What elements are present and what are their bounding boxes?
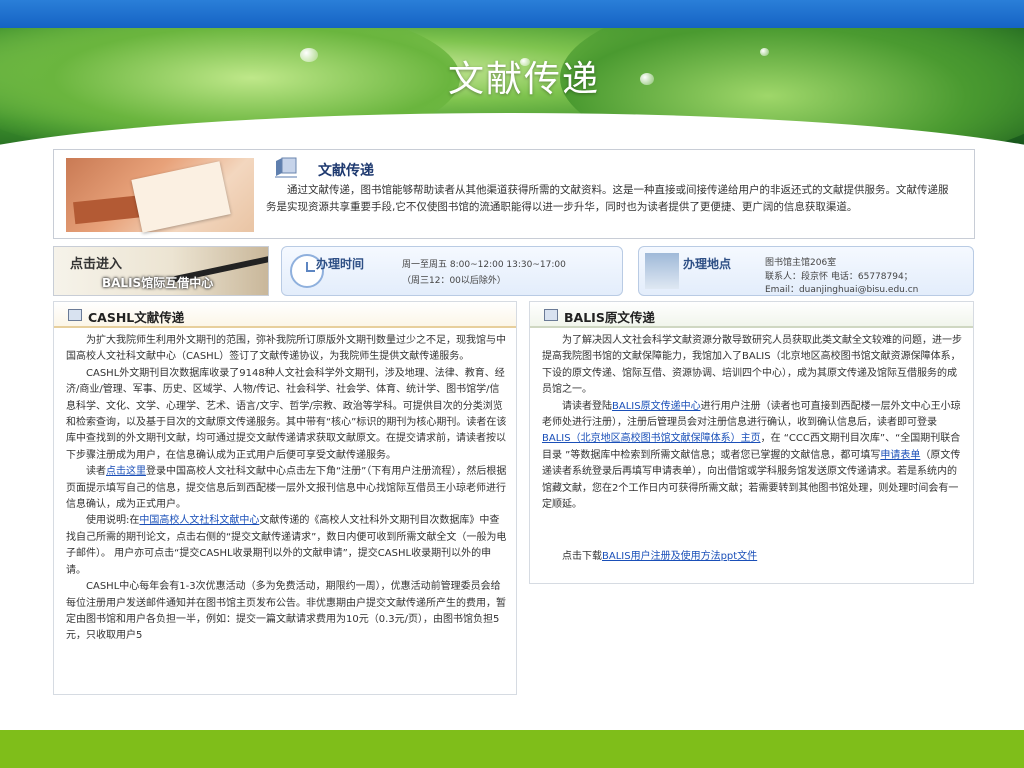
intro-text: 通过文献传递，图书馆能够帮助读者从其他渠道获得所需的文献资料。这是一种直接或间接…: [266, 184, 949, 213]
cashl-title: CASHL文献传递: [88, 310, 185, 325]
service-location-box: 办理地点 图书馆主馆206室 联系人：段京怀 电话：65778794； Emai…: [638, 246, 974, 296]
balis-center-label: BALIS馆际互借中心: [102, 276, 214, 290]
balis-homepage-link[interactable]: BALIS（北京地区高校图书馆文献保障体系）主页: [542, 433, 761, 444]
balis-title: BALIS原文传递: [564, 310, 655, 325]
location-line-1: 图书馆主馆206室: [765, 258, 837, 268]
paper-shape: [131, 161, 231, 233]
water-drop: [300, 48, 318, 62]
balis-ill-entry-button[interactable]: 点击进入 BALIS馆际互借中心: [53, 246, 269, 296]
balis-delivery-center-link[interactable]: BALIS原文传递中心: [612, 401, 701, 412]
cashl-panel: CASHL文献传递 为扩大我院师生利用外文期刊的范围，弥补我院所订原版外文期刊数…: [53, 301, 517, 695]
water-drop: [760, 48, 769, 56]
cashl-register-link[interactable]: 点击这里: [106, 466, 146, 477]
books-image: [66, 158, 254, 233]
cashl-paragraph: CASHL中心每年会有1-3次优惠活动（多为免费活动，期限约一周），优惠活动前管…: [66, 581, 506, 642]
hours-line-1: 周一至周五 8:00~12:00 13:30~17:00: [402, 260, 566, 270]
cashl-paragraph: CASHL外文期刊目次数据库收录了9148种人文社会科学外文期刊，涉及地理、法律…: [66, 367, 507, 461]
balis-body: 为了解决因人文社会科学文献资源分散导致研究人员获取此类文献全文较难的问题，进一步…: [530, 328, 973, 566]
balis-panel: BALIS原文传递 为了解决因人文社会科学文献资源分散导致研究人员获取此类文献全…: [529, 301, 974, 584]
section-icon: [68, 309, 82, 321]
cashl-panel-header: CASHL文献传递: [54, 302, 516, 328]
document-icon: [275, 157, 297, 178]
cashl-center-link[interactable]: 中国高校人文社科文献中心: [139, 515, 259, 526]
banner-title: 文献传递: [448, 59, 601, 100]
download-line: 点击下载BALIS用户注册及使用方法ppt文件: [562, 551, 758, 563]
cashl-body: 为扩大我院师生利用外文期刊的范围，弥补我院所订原版外文期刊数量过少之不足，现我馆…: [54, 328, 516, 645]
cashl-paragraph: 读者点击这里登录中国高校人文社科文献中心点击左下角“注册”（下有用户注册流程），…: [66, 466, 507, 511]
header-banner: 文献传递: [0, 28, 1024, 150]
application-form-link[interactable]: 申请表单: [880, 450, 920, 461]
intro-box: 文献传递 通过文献传递，图书馆能够帮助读者从其他渠道获得所需的文献资料。这是一种…: [53, 149, 975, 239]
top-bar: [0, 0, 1024, 28]
hours-label: 办理时间: [316, 257, 365, 271]
bottom-bar: [0, 730, 1024, 768]
hours-line-2: （周三12：00以后除外）: [402, 276, 506, 286]
location-label: 办理地点: [683, 257, 732, 271]
building-image: [645, 253, 679, 289]
section-icon: [544, 309, 558, 321]
service-hours-box: 办理时间 周一至周五 8:00~12:00 13:30~17:00 （周三12：…: [281, 246, 623, 296]
water-drop: [640, 73, 654, 85]
location-email: Email：duanjinghuai@bisu.edu.cn: [765, 285, 919, 295]
location-line-2: 联系人：段京怀 电话：65778794；: [765, 272, 913, 282]
balis-panel-header: BALIS原文传递: [530, 302, 973, 328]
cashl-paragraph: 为扩大我院师生利用外文期刊的范围，弥补我院所订原版外文期刊数量过少之不足，现我馆…: [66, 335, 506, 363]
cashl-paragraph: 使用说明:在中国高校人文社科文献中心文献传递的《高校人文社科外文期刊目次数据库》…: [66, 515, 507, 576]
intro-heading: 文献传递: [318, 163, 374, 179]
balis-ppt-download-link[interactable]: BALIS用户注册及使用方法ppt文件: [602, 551, 757, 562]
enter-label: 点击进入: [70, 257, 123, 272]
balis-paragraph: 请读者登陆BALIS原文传递中心进行用户注册（读者也可直接到西配楼一层外文中心王…: [542, 400, 961, 511]
balis-paragraph: 为了解决因人文社会科学文献资源分散导致研究人员获取此类文献全文较难的问题，进一步…: [542, 335, 962, 396]
